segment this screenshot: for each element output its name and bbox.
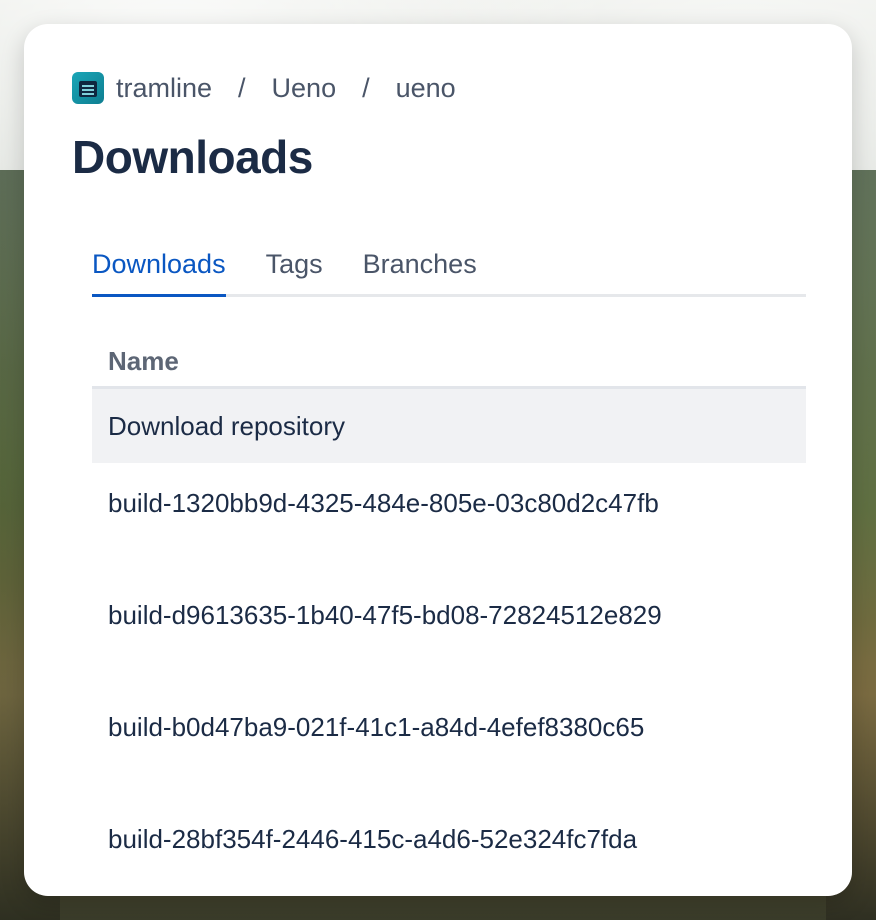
tab-downloads[interactable]: Downloads — [92, 246, 226, 297]
table-row[interactable]: build-b0d47ba9-021f-41c1-a84d-4efef8380c… — [92, 687, 806, 799]
table-row[interactable]: build-1320bb9d-4325-484e-805e-03c80d2c47… — [92, 463, 806, 575]
breadcrumb: tramline / Ueno / ueno — [72, 72, 456, 104]
tab-branches[interactable]: Branches — [363, 246, 477, 294]
downloads-card: tramline / Ueno / ueno Downloads Downloa… — [24, 24, 852, 896]
downloads-table: Name Download repository build-1320bb9d-… — [92, 336, 806, 896]
tab-bar: Downloads Tags Branches — [92, 246, 806, 297]
breadcrumb-item-tramline[interactable]: tramline — [116, 73, 212, 104]
tramline-logo-icon — [72, 72, 104, 104]
breadcrumb-item-ueno-repo[interactable]: ueno — [396, 73, 456, 104]
column-header-name: Name — [92, 336, 806, 389]
table-row[interactable]: build-d9613635-1b40-47f5-bd08-72824512e8… — [92, 575, 806, 687]
breadcrumb-separator: / — [238, 72, 246, 103]
breadcrumb-separator: / — [362, 72, 370, 103]
breadcrumb-item-ueno-project[interactable]: Ueno — [272, 73, 337, 104]
page-title: Downloads — [72, 131, 313, 183]
table-row[interactable]: Download repository — [92, 389, 806, 463]
table-row[interactable]: build-28bf354f-2446-415c-a4d6-52e324fc7f… — [92, 799, 806, 896]
tab-tags[interactable]: Tags — [266, 246, 323, 294]
